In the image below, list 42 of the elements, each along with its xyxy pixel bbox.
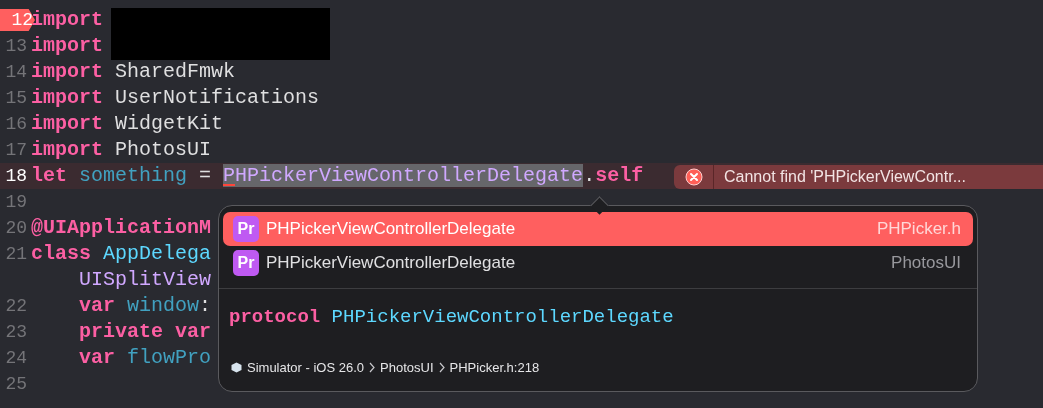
protocol-badge: Pr (233, 250, 259, 276)
code-line: var window: (78, 294, 212, 318)
code-line: import WidgetKit (30, 112, 224, 136)
line-number: 13 (4, 35, 27, 57)
line-number: 20 (4, 217, 27, 239)
line-number: 23 (4, 321, 27, 343)
completion-item[interactable]: Pr PHPickerViewControllerDelegate PhotosUI (223, 246, 973, 280)
item-name: PHPickerViewControllerDelegate (266, 252, 516, 275)
chevron-icon (369, 361, 376, 373)
path-segment[interactable]: PhotosUI (380, 357, 434, 377)
line-number: 21 (4, 243, 27, 265)
item-source: PHPicker.h (876, 218, 961, 241)
line-number: 17 (4, 139, 27, 161)
error-message: Cannot find 'PHPickerViewContr... (723, 167, 966, 187)
line-number: 15 (4, 87, 27, 109)
declaration-text: protocol PHPickerViewControllerDelegate (229, 305, 675, 330)
path-segment[interactable]: PHPicker.h:218 (449, 357, 540, 377)
code-line: import SharedFmwk (30, 60, 236, 84)
code-line: import PhotosUI (30, 138, 212, 162)
chevron-icon (438, 361, 445, 373)
device-icon (231, 361, 242, 373)
error-icon (684, 168, 703, 186)
line-number: 19 (4, 191, 27, 213)
code-line: import UserNotifications (30, 86, 320, 110)
code-line: let something = PHPickerViewControllerDelegate.self (30, 164, 644, 188)
line-number: 22 (4, 295, 27, 317)
line-number: 24 (4, 347, 27, 369)
code-line: var flowPro (78, 346, 212, 370)
code-line: import (30, 34, 103, 58)
item-source: PhotosUI (891, 252, 961, 275)
line-number: 18 (4, 165, 27, 187)
line-number: 16 (4, 113, 27, 135)
line-number: 25 (4, 373, 27, 395)
code-line: class AppDelega (30, 242, 212, 266)
line-number: 14 (4, 61, 27, 83)
path-segment[interactable]: Simulator - iOS 26.0 (247, 357, 365, 377)
protocol-badge: Pr (233, 216, 259, 242)
code-line: @UIApplicationM (30, 216, 212, 240)
code-line: UISplitView (78, 268, 212, 292)
code-line: private var (78, 320, 212, 344)
completion-item[interactable]: Pr PHPickerViewControllerDelegate PHPicker.h (223, 212, 973, 246)
item-name: PHPickerViewControllerDelegate (266, 218, 516, 241)
